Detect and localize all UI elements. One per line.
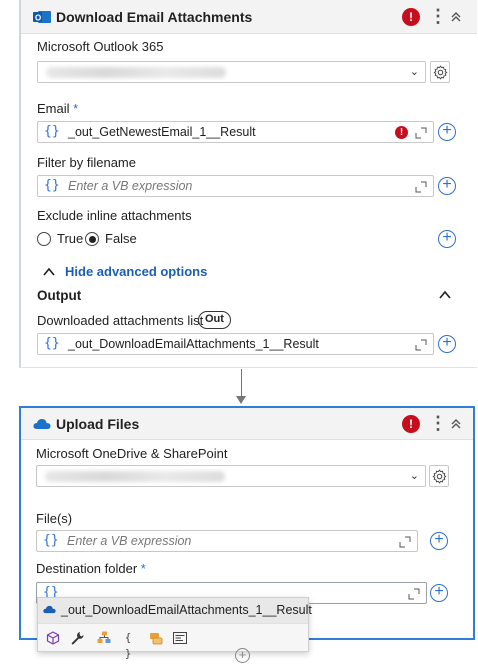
braces-icon: {} [44,336,60,351]
exclude-label: Exclude inline attachments [37,208,192,223]
add-variable-button[interactable]: + [438,230,456,248]
downloaded-output-input[interactable]: {} _out_DownloadEmailAttachments_1__Resu… [37,333,434,355]
expand-icon[interactable] [415,339,427,351]
braces-icon: {} [44,124,60,139]
key-icon[interactable] [148,630,164,646]
suggestion-item[interactable]: _out_DownloadEmailAttachments_1__Result [38,598,312,623]
connection-settings-button[interactable] [429,465,449,487]
more-options-icon[interactable]: ⋮ [429,7,447,26]
blurred-account [46,67,226,78]
add-variable-button[interactable]: + [438,177,456,195]
chevron-up-icon[interactable] [43,267,55,276]
braces-icon: {} [44,178,60,193]
onedrive-icon [33,419,51,429]
activity-title: Upload Files [56,416,140,432]
cube-icon[interactable] [45,630,61,646]
expand-icon[interactable] [399,536,411,548]
tree-icon[interactable] [96,630,112,646]
download-email-attachments-card[interactable]: O Download Email Attachments ! ⋮ Microso… [19,0,477,368]
variable-autocomplete-dropdown[interactable]: _out_DownloadEmailAttachments_1__Result … [37,597,312,660]
files-placeholder: Enter a VB expression [67,534,192,548]
filter-label: Filter by filename [37,155,136,170]
connection-label: Microsoft OneDrive & SharePoint [36,446,228,461]
card-header[interactable]: Upload Files ! ⋮ [21,408,473,440]
chevron-down-icon[interactable]: ⌄ [410,65,419,78]
add-variable-button[interactable]: + [438,335,456,353]
suggestion-text: _out_DownloadEmailAttachments_1__Result [61,603,312,617]
connection-label: Microsoft Outlook 365 [37,39,164,54]
braces-icon: {} [43,533,59,548]
files-input[interactable]: {} Enter a VB expression [36,530,418,552]
radio-true[interactable] [37,232,51,246]
email-label: Email * [37,101,79,116]
expand-icon[interactable] [415,181,427,193]
expand-icon[interactable] [415,127,427,139]
connector-arrow [236,396,246,404]
collapse-output-icon[interactable] [439,290,451,299]
radio-false-label: False [105,231,137,246]
connection-select[interactable]: ⌄ [36,465,426,487]
connection-settings-button[interactable] [430,61,450,83]
add-variable-button[interactable]: + [430,584,448,602]
add-activity-button[interactable]: + [235,648,250,663]
blurred-account [45,471,225,482]
braces-icon[interactable]: { } [120,630,136,660]
downloaded-label: Downloaded attachments list [37,313,204,328]
filter-placeholder: Enter a VB expression [68,179,193,193]
svg-text:O: O [35,14,41,23]
activity-title: Download Email Attachments [56,9,253,25]
output-section-title: Output [37,288,82,303]
more-options-icon[interactable]: ⋮ [429,414,447,433]
onedrive-icon [43,605,56,614]
filter-input[interactable]: {} Enter a VB expression [37,175,434,197]
list-icon[interactable] [172,630,188,646]
connector-line [241,369,242,399]
error-icon[interactable]: ! [402,415,420,433]
expand-icon[interactable] [408,588,420,600]
hide-advanced-options-link[interactable]: Hide advanced options [65,264,207,279]
destination-label: Destination folder * [36,561,146,576]
add-variable-button[interactable]: + [430,532,448,550]
files-label: File(s) [36,511,73,526]
outlook-icon: O [33,11,51,23]
radio-true-label: True [57,231,84,246]
email-input[interactable]: {} _out_GetNewestEmail_1__Result ! [37,121,434,143]
chevron-down-icon[interactable]: ⌄ [410,469,419,482]
email-value: _out_GetNewestEmail_1__Result [68,125,256,139]
dropdown-toolbar: { } [38,623,308,660]
field-error-icon[interactable]: ! [395,126,408,139]
gear-icon [432,469,447,484]
error-icon[interactable]: ! [402,8,420,26]
card-header[interactable]: O Download Email Attachments ! ⋮ [21,0,477,34]
collapse-icon[interactable] [449,10,463,24]
collapse-icon[interactable] [449,417,463,431]
downloaded-value: _out_DownloadEmailAttachments_1__Result [68,337,319,351]
add-variable-button[interactable]: + [438,123,456,141]
out-badge: Out [198,311,231,329]
gear-icon [433,65,448,80]
wrench-icon[interactable] [69,630,85,646]
connection-select[interactable]: ⌄ [37,61,426,83]
radio-false[interactable] [85,232,99,246]
